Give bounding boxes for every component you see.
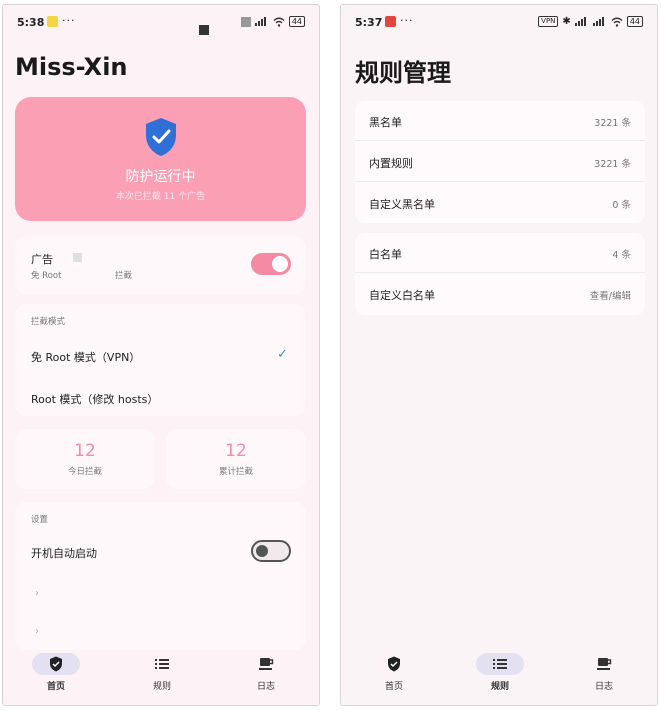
bottom-navigation: 首页 规则 日志	[341, 645, 657, 705]
rule-count: 0 条	[612, 200, 631, 211]
mode-option-vpn[interactable]: 免 Root 模式（VPN） ✓	[15, 336, 306, 374]
bluetooth-icon: ✱	[562, 16, 571, 27]
page-title: 规则管理	[355, 59, 451, 87]
nav-logs-label: 日志	[594, 682, 613, 692]
status-time: 5:38	[17, 16, 45, 29]
block-mode-card: 拦截模式 免 Root 模式（VPN） ✓ Root 模式（修改 hosts）	[15, 304, 306, 416]
rule-count: 3221 条	[594, 118, 631, 129]
protection-status-card[interactable]: 防护运行中 本次已拦截 11 个广告	[15, 97, 306, 221]
notification-icon	[385, 16, 396, 27]
status-icons: VPN ✱ 44	[538, 16, 643, 27]
coffee-cup-icon	[596, 658, 611, 670]
total-blocked-stat: 12 累计拦截	[166, 429, 306, 489]
vpn-icon: VPN	[538, 16, 559, 27]
placeholder-icon	[73, 253, 82, 262]
total-blocked-label: 累计拦截	[218, 467, 253, 477]
settings-header: 设置	[31, 515, 49, 525]
nav-logs[interactable]: 日志	[569, 653, 639, 692]
wifi-icon	[273, 17, 285, 27]
list-icon	[155, 659, 169, 669]
more-notifications-icon: ···	[400, 14, 414, 27]
mode-option-label: 免 Root 模式（VPN）	[31, 351, 141, 364]
autostart-row[interactable]: 开机自动启动	[15, 532, 306, 572]
nav-home[interactable]: 首页	[359, 653, 429, 692]
camera-cutout-icon	[199, 25, 209, 35]
chevron-right-icon: ›	[35, 626, 39, 637]
settings-card: 设置 开机自动启动 › ›	[15, 502, 306, 650]
rule-row-whitelist[interactable]: 白名单 4 条	[355, 233, 645, 273]
chevron-right-icon: ›	[35, 588, 39, 599]
mode-option-label: Root 模式（修改 hosts）	[31, 393, 159, 406]
nav-rules-label: 规则	[152, 682, 171, 692]
rule-count: 4 条	[612, 250, 631, 261]
nav-home-label: 首页	[46, 682, 65, 692]
nav-logs-label: 日志	[256, 682, 275, 692]
today-blocked-stat: 12 今日拦截	[15, 429, 155, 489]
rule-name: 黑名单	[369, 116, 402, 129]
home-screen: 5:38 ··· 44 Miss-Xin 防护运行中 本次已拦截 11 个广告 …	[2, 4, 320, 706]
rule-name: 自定义黑名单	[369, 198, 435, 211]
rule-row-builtin[interactable]: 内置规则 3221 条	[355, 142, 645, 182]
blacklist-card: 黑名单 3221 条 内置规则 3221 条 自定义黑名单 0 条	[355, 101, 645, 223]
rules-screen: 5:37 ··· VPN ✱ 44 规则管理 黑名单 3221 条 内置规则 3…	[340, 4, 658, 706]
rule-name: 白名单	[369, 248, 402, 261]
nav-logs[interactable]: 日志	[231, 653, 301, 692]
view-edit-link[interactable]: 查看/编辑	[590, 288, 631, 302]
shield-check-icon	[50, 656, 62, 672]
list-icon	[493, 659, 507, 669]
signal-icon	[592, 17, 607, 26]
wifi-icon	[611, 17, 623, 27]
rule-row-custom-whitelist[interactable]: 自定义白名单 查看/编辑	[355, 274, 645, 314]
signal-icon	[254, 17, 269, 26]
rule-row-blacklist[interactable]: 黑名单 3221 条	[355, 101, 645, 141]
shield-check-icon	[388, 656, 400, 672]
sim-icon	[240, 16, 251, 27]
nav-rules[interactable]: 规则	[127, 653, 197, 692]
total-blocked-value: 12	[225, 441, 247, 461]
status-time: 5:37	[355, 16, 383, 29]
blocked-count-text: 本次已拦截 11 个广告	[115, 192, 206, 202]
today-blocked-label: 今日拦截	[67, 467, 102, 477]
whitelist-card: 白名单 4 条 自定义白名单 查看/编辑	[355, 233, 645, 315]
nav-rules[interactable]: 规则	[465, 653, 535, 692]
rule-name: 自定义白名单	[369, 289, 435, 302]
rule-row-custom-blacklist[interactable]: 自定义黑名单 0 条	[355, 183, 645, 223]
bottom-navigation: 首页 规则 日志	[3, 645, 319, 705]
autostart-toggle[interactable]	[251, 540, 291, 562]
ad-blocking-title: 广告	[31, 253, 53, 266]
battery-icon: 44	[626, 16, 643, 27]
protection-status-text: 防护运行中	[125, 169, 196, 185]
coffee-cup-icon	[258, 658, 273, 670]
status-bar: 5:38 ··· 44	[3, 5, 319, 35]
rule-count: 3221 条	[594, 159, 631, 170]
notification-icon	[47, 16, 58, 27]
status-bar: 5:37 ··· VPN ✱ 44	[341, 5, 657, 35]
checkmark-icon: ✓	[277, 347, 288, 362]
battery-icon: 44	[288, 16, 305, 27]
rule-name: 内置规则	[369, 157, 413, 170]
more-notifications-icon: ···	[62, 14, 76, 27]
shield-check-icon	[146, 118, 176, 156]
signal-icon	[574, 17, 589, 26]
nav-rules-label: 规则	[490, 682, 509, 692]
nav-home[interactable]: 首页	[21, 653, 91, 692]
ad-blocking-subtitle-right: 拦截	[115, 271, 133, 281]
ad-blocking-toggle[interactable]	[251, 253, 291, 275]
status-icons: 44	[240, 16, 305, 27]
settings-row[interactable]: ›	[15, 578, 306, 612]
autostart-label: 开机自动启动	[31, 547, 97, 560]
app-title: Miss-Xin	[15, 53, 128, 81]
block-mode-header: 拦截模式	[31, 317, 66, 327]
nav-home-label: 首页	[384, 682, 403, 692]
ad-blocking-subtitle-left: 免 Root	[31, 271, 62, 281]
today-blocked-value: 12	[74, 441, 96, 461]
ad-blocking-card: 广告 免 Root 拦截	[15, 236, 306, 294]
mode-option-root[interactable]: Root 模式（修改 hosts）	[15, 379, 306, 417]
